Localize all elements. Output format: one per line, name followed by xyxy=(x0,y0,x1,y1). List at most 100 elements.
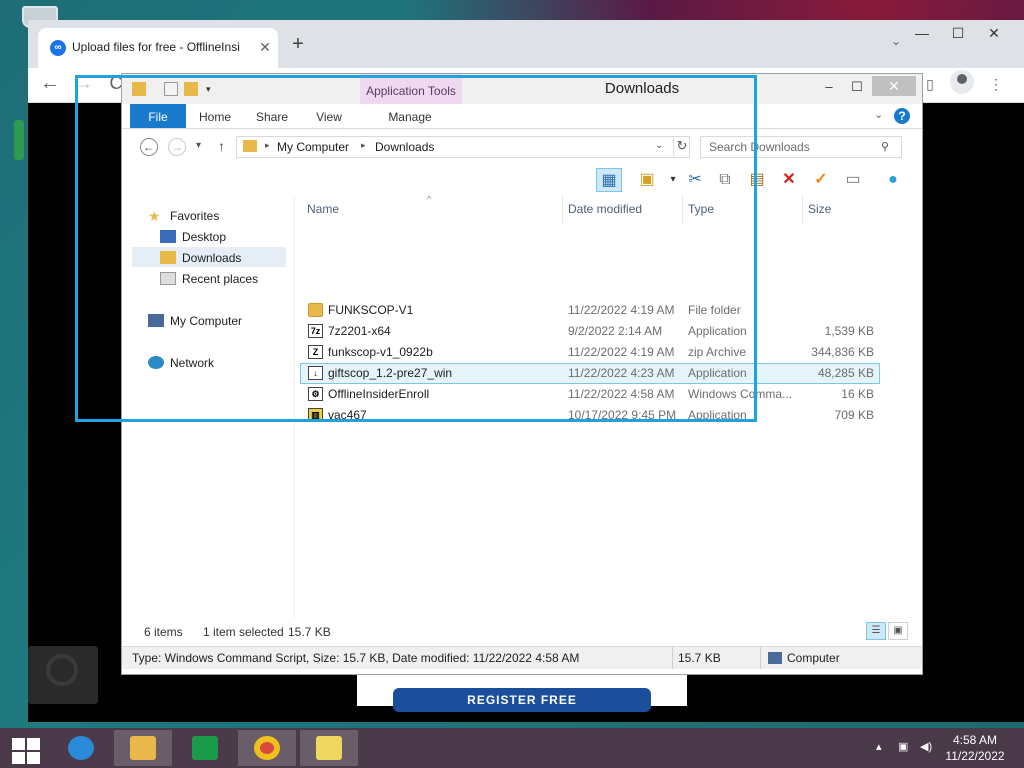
column-divider[interactable] xyxy=(682,196,683,224)
file-row[interactable]: ▥ vac467 10/17/2022 9:45 PM Application … xyxy=(300,405,880,426)
tab-manage[interactable]: Manage xyxy=(380,104,440,128)
command-bar: ▦ ▣ ▾ ✂ ⧉ ▤ ✕ ✓ ▭ ● xyxy=(122,164,922,196)
internet-explorer-icon[interactable] xyxy=(52,730,110,766)
search-placeholder: Search Downloads xyxy=(709,140,810,154)
tab-home[interactable]: Home xyxy=(192,104,238,128)
column-header-date[interactable]: Date modified xyxy=(568,202,642,216)
file-row[interactable]: Z funkscop-v1_0922b 11/22/2022 4:19 AM z… xyxy=(300,342,880,363)
tab-title: Upload files for free - OfflineInsi xyxy=(72,40,240,54)
new-tab-button[interactable]: + xyxy=(288,34,308,54)
preview-pane-icon[interactable]: ▦ xyxy=(596,168,622,192)
search-input[interactable]: Search Downloads ⚲ xyxy=(700,136,902,158)
close-button[interactable]: ✕ xyxy=(872,76,916,96)
forward-arrow-icon[interactable]: → xyxy=(72,72,96,96)
remote-desktop-icon[interactable] xyxy=(300,730,358,766)
profile-avatar-icon[interactable] xyxy=(950,70,974,94)
app-icon: ▥ xyxy=(308,408,323,422)
desktop-icon xyxy=(160,230,176,243)
chevron-right-icon[interactable]: ▸ xyxy=(361,140,366,151)
recent-locations-icon[interactable]: ▾ xyxy=(196,140,201,151)
sort-ascending-icon: ^ xyxy=(427,194,432,204)
computer-icon xyxy=(768,652,782,664)
ribbon-expand-icon[interactable]: ⌄ xyxy=(874,108,883,121)
refresh-icon[interactable]: ↻ xyxy=(673,138,690,156)
pane-divider[interactable] xyxy=(294,196,295,618)
tab-close-icon[interactable]: ✕ xyxy=(256,38,274,56)
clock[interactable]: 4:58 AM 11/22/2022 xyxy=(930,732,1020,764)
store-icon[interactable] xyxy=(176,730,234,766)
copy-icon[interactable]: ⧉ xyxy=(712,168,738,192)
back-arrow-icon[interactable]: ← xyxy=(38,72,62,96)
minimize-button[interactable]: – xyxy=(816,78,842,96)
clock-date: 11/22/2022 xyxy=(945,749,1005,763)
column-header-type[interactable]: Type xyxy=(688,202,714,216)
large-icons-view-icon[interactable]: ▣ xyxy=(888,622,908,640)
recaptcha-logo-icon xyxy=(46,654,78,686)
star-icon: ★ xyxy=(148,208,161,224)
move-to-icon[interactable]: ▣ xyxy=(634,168,660,192)
recent-places-icon xyxy=(160,272,176,285)
register-free-button[interactable]: REGISTER FREE xyxy=(393,688,651,712)
downloads-folder-icon xyxy=(160,251,176,264)
browser-minimize-button[interactable]: — xyxy=(904,20,940,48)
tab-search-icon[interactable]: ⌄ xyxy=(888,34,904,50)
forward-button[interactable]: → xyxy=(168,138,186,156)
column-header-name[interactable]: Name xyxy=(307,202,339,216)
details-text: Type: Windows Command Script, Size: 15.7… xyxy=(132,651,580,665)
delete-icon[interactable]: ✕ xyxy=(776,168,802,192)
network-tray-icon[interactable]: ▣ xyxy=(898,740,908,753)
file-explorer-icon[interactable] xyxy=(114,730,172,766)
application-tools-context: Application Tools xyxy=(360,74,462,104)
column-divider[interactable] xyxy=(802,196,803,224)
details-location: Computer xyxy=(787,651,840,665)
address-dropdown-icon[interactable]: ⌄ xyxy=(655,140,663,151)
breadcrumb-my-computer[interactable]: My Computer xyxy=(277,140,349,154)
folder-icon xyxy=(308,303,323,317)
up-arrow-icon[interactable]: ↑ xyxy=(218,138,225,154)
paste-icon[interactable]: ▤ xyxy=(744,168,770,192)
start-windows-icon[interactable] xyxy=(8,734,40,764)
column-header-size[interactable]: Size xyxy=(808,202,831,216)
tab-file[interactable]: File xyxy=(130,104,186,128)
desktop-shortcut-icon[interactable] xyxy=(14,120,24,160)
breadcrumb-downloads[interactable]: Downloads xyxy=(375,140,434,154)
installer-icon: ↓ xyxy=(308,366,323,380)
help-icon[interactable]: ? xyxy=(894,108,910,124)
back-button[interactable]: ← xyxy=(140,138,158,156)
recaptcha-badge xyxy=(28,646,98,704)
file-row[interactable]: 7z 7z2201-x64 9/2/2022 2:14 AM Applicati… xyxy=(300,321,880,342)
menu-kebab-icon[interactable]: ⋮ xyxy=(984,72,1008,96)
address-folder-icon xyxy=(243,140,257,152)
selection-size: 15.7 KB xyxy=(288,625,331,639)
customize-qat-icon[interactable]: ▾ xyxy=(206,82,220,96)
column-divider[interactable] xyxy=(562,196,563,224)
details-view-icon[interactable]: ☰ xyxy=(866,622,886,640)
folder-icon xyxy=(132,82,146,96)
maximize-button[interactable]: ☐ xyxy=(844,78,870,96)
browser-close-button[interactable]: ✕ xyxy=(976,20,1012,48)
tab-share[interactable]: Share xyxy=(248,104,296,128)
explorer-titlebar: ▾ Application Tools Downloads – ☐ ✕ xyxy=(122,74,922,104)
show-hidden-icons-icon[interactable]: ▴ xyxy=(876,740,882,753)
tab-view[interactable]: View xyxy=(306,104,352,128)
chevron-right-icon[interactable]: ▸ xyxy=(265,140,270,151)
globe-icon[interactable]: ● xyxy=(880,168,906,192)
rename-icon[interactable]: ✓ xyxy=(808,168,834,192)
search-icon: ⚲ xyxy=(881,141,890,153)
ribbon-tabs: File Home Share View Manage ⌄ ? xyxy=(122,104,922,129)
cut-icon[interactable]: ✂ xyxy=(682,168,708,192)
address-bar[interactable]: ▸ My Computer ▸ Downloads ⌄ ↻ xyxy=(236,136,690,158)
browser-tab[interactable]: ∞ Upload files for free - OfflineInsi ✕ xyxy=(38,28,278,68)
file-row[interactable]: FUNKSCOP-V1 11/22/2022 4:19 AM File fold… xyxy=(300,300,880,321)
chrome-icon[interactable] xyxy=(238,730,296,766)
address-row: ← → ▾ ↑ ▸ My Computer ▸ Downloads ⌄ ↻ Se… xyxy=(122,130,922,164)
file-row-selected[interactable]: ↓ giftscop_1.2-pre27_win 11/22/2022 4:23… xyxy=(300,363,880,384)
properties-icon[interactable] xyxy=(164,82,178,96)
7zip-icon: 7z xyxy=(308,324,323,338)
file-row[interactable]: ⚙ OfflineInsiderEnroll 11/22/2022 4:58 A… xyxy=(300,384,880,405)
new-folder-icon[interactable] xyxy=(184,82,198,96)
zip-icon: Z xyxy=(308,345,323,359)
browser-maximize-button[interactable]: ☐ xyxy=(940,20,976,48)
file-list: Name ^ Date modified Type Size FUNKSCOP-… xyxy=(300,194,880,616)
properties-icon[interactable]: ▭ xyxy=(840,168,866,192)
